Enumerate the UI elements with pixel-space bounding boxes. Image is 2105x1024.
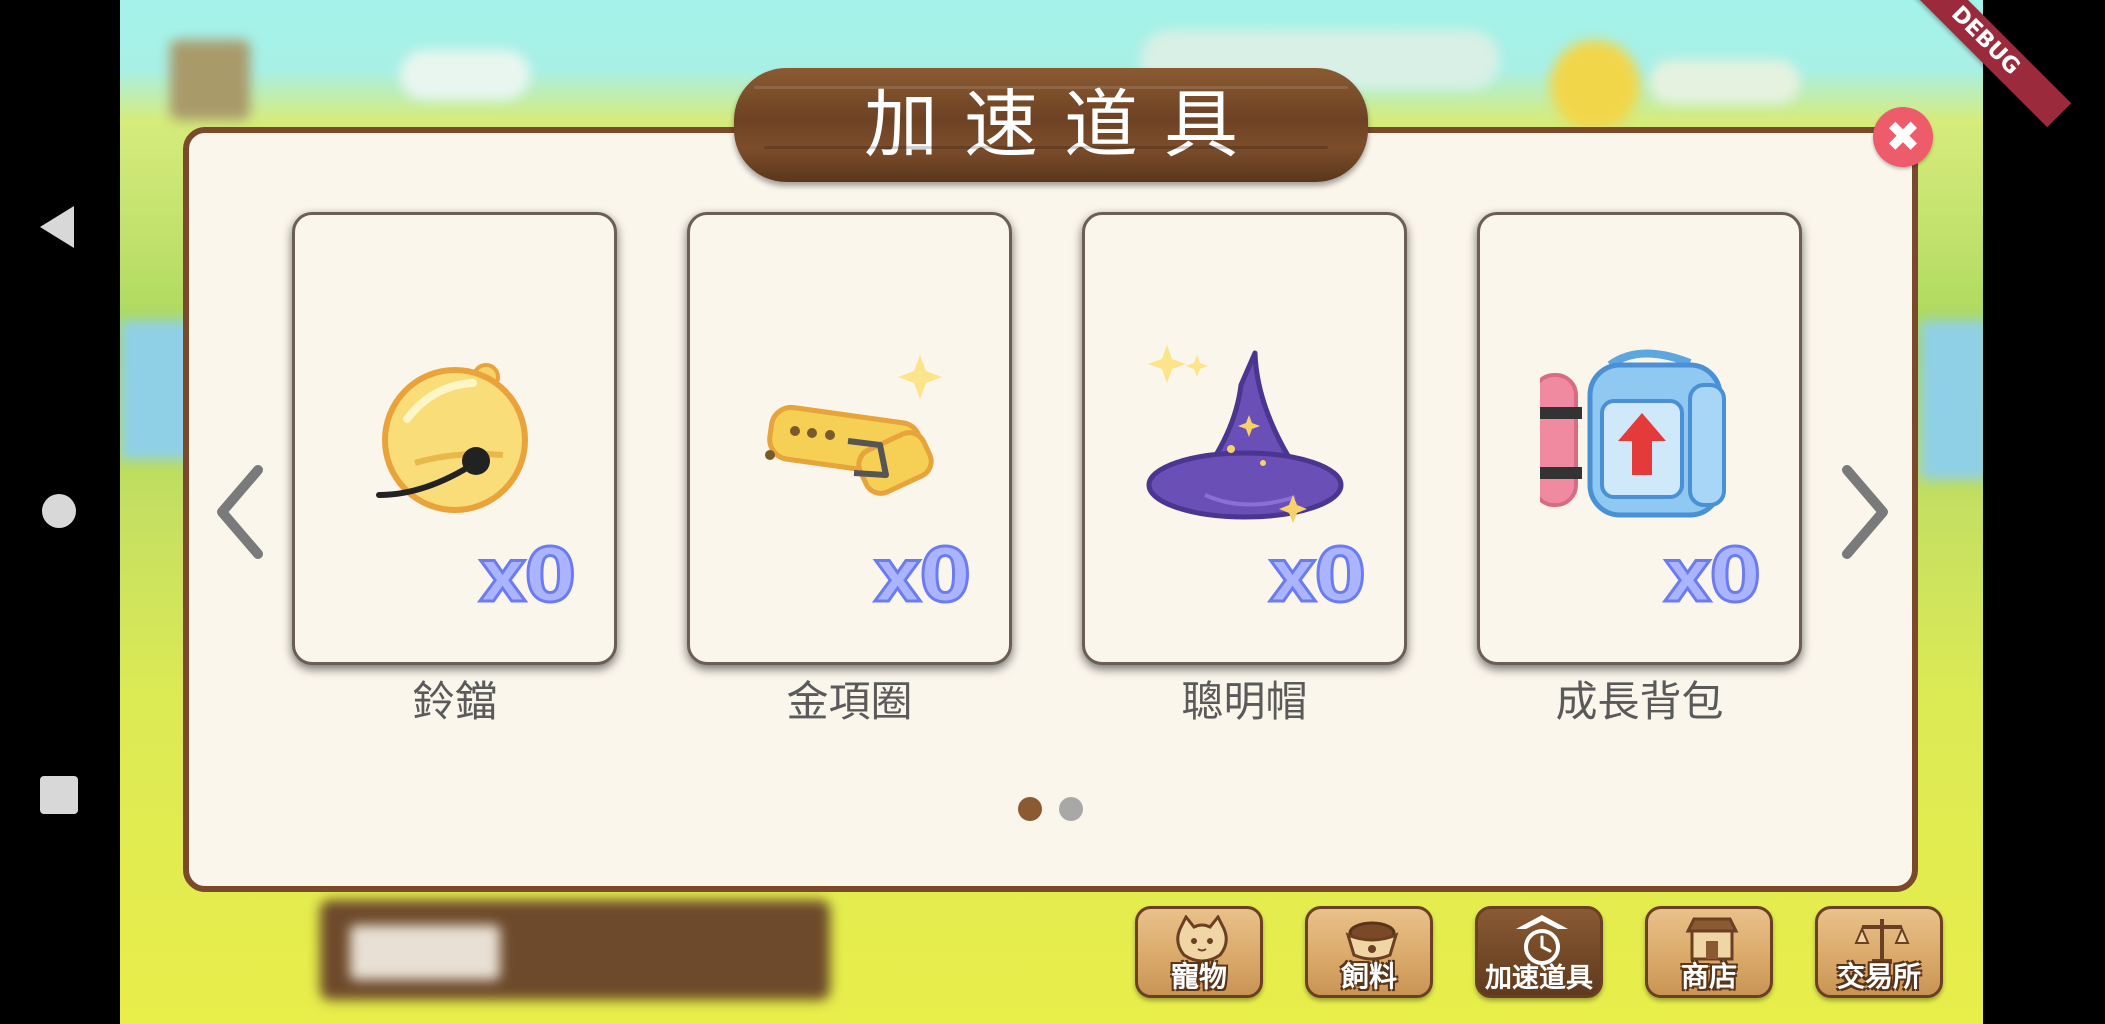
- tab-speedup-items[interactable]: 加速道具: [1475, 906, 1603, 998]
- item-card-wizard-hat[interactable]: x0: [1082, 212, 1407, 665]
- item-card-gold-collar[interactable]: x0: [687, 212, 1012, 665]
- item-label: 成長背包: [1555, 677, 1724, 726]
- tab-label: 加速道具: [1485, 963, 1593, 994]
- next-page-button[interactable]: [1835, 462, 1895, 562]
- tab-label: 商店: [1680, 960, 1737, 993]
- prev-page-button[interactable]: [210, 462, 270, 562]
- recent-apps-icon[interactable]: [40, 776, 78, 814]
- chevron-left-icon: [217, 465, 263, 559]
- growth-backpack-icon: [1532, 345, 1740, 525]
- item-count: x0: [872, 532, 972, 621]
- close-icon: ✖: [1885, 112, 1921, 161]
- tab-label: 飼料: [1340, 960, 1397, 993]
- right-black-strip: [1983, 0, 2105, 1024]
- item-count: x0: [477, 532, 577, 621]
- tab-label: 寵物: [1170, 960, 1227, 993]
- tab-shop[interactable]: 商店: [1645, 906, 1773, 998]
- gold-collar-icon: [750, 345, 950, 525]
- tab-pets[interactable]: 寵物: [1135, 906, 1263, 998]
- item-label: 鈴鐺: [412, 677, 497, 726]
- item-label: 金項圈: [786, 677, 913, 726]
- item-label: 聰明帽: [1181, 677, 1308, 726]
- close-button[interactable]: ✖: [1873, 107, 1933, 167]
- dialog-title-plank: 加速道具: [734, 68, 1368, 182]
- page-dot-active[interactable]: [1018, 797, 1042, 821]
- tab-exchange[interactable]: 交易所: [1815, 906, 1943, 998]
- item-card-bell[interactable]: x0: [292, 212, 617, 665]
- back-icon[interactable]: [40, 206, 74, 248]
- android-nav-bar: [0, 0, 120, 1024]
- tab-label: 交易所: [1836, 960, 1921, 993]
- page-dot[interactable]: [1059, 797, 1083, 821]
- item-count: x0: [1267, 532, 1367, 621]
- item-count: x0: [1662, 532, 1762, 621]
- tab-pet-food[interactable]: 飼料: [1305, 906, 1433, 998]
- bell-icon: [355, 345, 555, 525]
- chevron-right-icon: [1842, 465, 1888, 559]
- wizard-hat-icon: [1145, 345, 1345, 525]
- item-card-growth-backpack[interactable]: x0: [1477, 212, 1802, 665]
- home-icon[interactable]: [42, 494, 76, 528]
- dialog-title: 加速道具: [864, 82, 1264, 168]
